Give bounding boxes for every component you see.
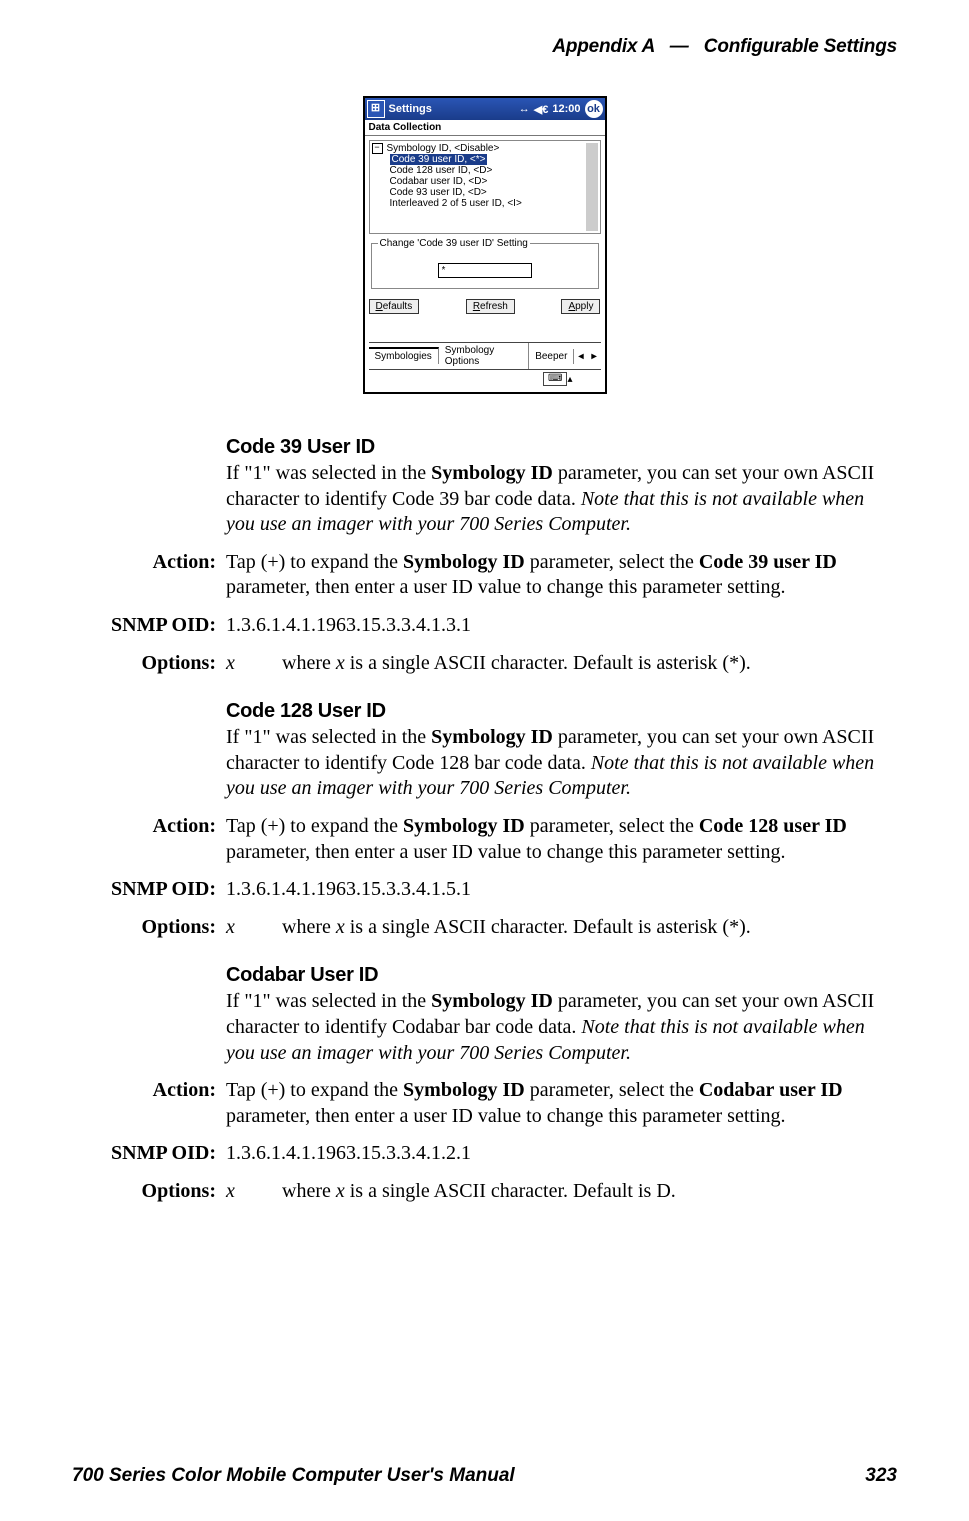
tree-item[interactable]: Code 128 user ID, <D> — [390, 165, 493, 176]
titlebar-text: Settings — [389, 103, 432, 115]
user-id-input[interactable] — [438, 263, 532, 278]
options-text: x where x is a single ASCII character. D… — [226, 651, 897, 677]
header-appendix: Appendix A — [552, 36, 654, 57]
tree-list[interactable]: −Symbology ID, <Disable> Code 39 user ID… — [372, 143, 598, 231]
text: parameter, then enter a user ID value to… — [226, 576, 786, 598]
snmp-oid-label: SNMP OID: — [72, 1141, 226, 1167]
text: Tap (+) to expand the — [226, 815, 403, 837]
connectivity-icon: ↔ — [519, 103, 530, 115]
tree-root[interactable]: Symbology ID, <Disable> — [387, 143, 500, 154]
section-intro: If "1" was selected in the Symbology ID … — [226, 725, 897, 802]
tree-item[interactable]: Interleaved 2 of 5 user ID, <I> — [390, 198, 522, 209]
text: Symbology ID — [403, 1079, 525, 1101]
options-label: Options: — [72, 915, 226, 941]
action-text: Tap (+) to expand the Symbology ID param… — [226, 1078, 897, 1129]
text: parameter, then enter a user ID value to… — [226, 841, 786, 863]
header-sep: — — [670, 36, 689, 57]
options-label: Options: — [72, 1179, 226, 1205]
text: where — [282, 916, 336, 938]
apply-button[interactable]: Apply — [561, 299, 600, 314]
text: Code 39 user ID — [699, 551, 837, 573]
tab-beeper[interactable]: Beeper — [529, 349, 574, 364]
tree-item[interactable]: Code 39 user ID, <*> — [390, 154, 488, 165]
text: Tap (+) to expand the — [226, 551, 403, 573]
text: If "1" was selected in the — [226, 462, 431, 484]
text: Symbology ID — [431, 462, 553, 484]
text: Tap (+) to expand the — [226, 1079, 403, 1101]
text: Symbology ID — [403, 815, 525, 837]
defaults-button[interactable]: Defaults — [369, 299, 420, 314]
text: parameter, select the — [525, 1079, 699, 1101]
text: x — [336, 652, 345, 674]
text: parameter, select the — [525, 815, 699, 837]
tab-scroll-left-icon[interactable]: ◂ — [574, 351, 587, 362]
text: parameter, then enter a user ID value to… — [226, 1105, 786, 1127]
action-label: Action: — [72, 1078, 226, 1104]
titlebar: ⊞ Settings ↔ ◀€ 12:00 ok — [365, 98, 605, 120]
section-heading: Codabar User ID — [226, 964, 897, 987]
sip-chevron-icon[interactable]: ▴ — [567, 374, 572, 385]
action-label: Action: — [72, 550, 226, 576]
change-frame: Change 'Code 39 user ID' Setting — [371, 238, 599, 289]
options-text: x where x is a single ASCII character. D… — [226, 1179, 897, 1205]
tree-frame: −Symbology ID, <Disable> Code 39 user ID… — [369, 140, 601, 234]
options-label: Options: — [72, 651, 226, 677]
text: x — [336, 916, 345, 938]
text: where — [282, 1180, 336, 1202]
snmp-oid-value: 1.3.6.1.4.1.1963.15.3.3.4.1.5.1 — [226, 877, 897, 903]
collapse-icon[interactable]: − — [372, 143, 383, 154]
footer-page-number: 323 — [865, 1465, 897, 1487]
text: where — [282, 652, 336, 674]
action-text: Tap (+) to expand the Symbology ID param… — [226, 550, 897, 601]
start-icon[interactable]: ⊞ — [367, 100, 385, 118]
snmp-oid-value: 1.3.6.1.4.1.1963.15.3.3.4.1.2.1 — [226, 1141, 897, 1167]
text: is a single ASCII character. Default is … — [345, 916, 751, 938]
tab-symbologies[interactable]: Symbologies — [369, 347, 439, 364]
text: Symbology ID — [431, 726, 553, 748]
snmp-oid-value: 1.3.6.1.4.1.1963.15.3.3.4.1.3.1 — [226, 613, 897, 639]
text: If "1" was selected in the — [226, 726, 431, 748]
settings-screenshot: ⊞ Settings ↔ ◀€ 12:00 ok Data Collection… — [363, 96, 607, 394]
text: Codabar user ID — [699, 1079, 843, 1101]
text: x — [226, 915, 282, 941]
header-title: Configurable Settings — [704, 36, 897, 57]
text: If "1" was selected in the — [226, 990, 431, 1012]
text: parameter, select the — [525, 551, 699, 573]
text: is a single ASCII character. Default is … — [345, 652, 751, 674]
clock: 12:00 — [552, 103, 580, 115]
ok-button[interactable]: ok — [585, 100, 603, 118]
app-caption: Data Collection — [365, 120, 605, 136]
refresh-button[interactable]: Refresh — [466, 299, 515, 314]
text: x — [226, 651, 282, 677]
change-legend: Change 'Code 39 user ID' Setting — [378, 238, 530, 249]
sip-icon[interactable]: ⌨ — [543, 372, 567, 386]
page-header: Appendix A — Configurable Settings — [72, 36, 897, 58]
text: x — [226, 1179, 282, 1205]
action-text: Tap (+) to expand the Symbology ID param… — [226, 814, 897, 865]
text: Symbology ID — [431, 990, 553, 1012]
section-heading: Code 128 User ID — [226, 700, 897, 723]
tree-item[interactable]: Codabar user ID, <D> — [390, 176, 488, 187]
section-intro: If "1" was selected in the Symbology ID … — [226, 989, 897, 1066]
snmp-oid-label: SNMP OID: — [72, 613, 226, 639]
text: Code 128 user ID — [699, 815, 847, 837]
footer-manual-title: 700 Series Color Mobile Computer User's … — [72, 1465, 515, 1487]
tree-item[interactable]: Code 93 user ID, <D> — [390, 187, 487, 198]
tab-scroll-right-icon[interactable]: ▸ — [587, 351, 600, 362]
tab-symbology-options[interactable]: Symbology Options — [439, 343, 529, 369]
text: is a single ASCII character. Default is … — [345, 1180, 676, 1202]
text: x — [336, 1180, 345, 1202]
action-label: Action: — [72, 814, 226, 840]
snmp-oid-label: SNMP OID: — [72, 877, 226, 903]
options-text: x where x is a single ASCII character. D… — [226, 915, 897, 941]
volume-icon: ◀€ — [534, 103, 549, 116]
text: Symbology ID — [403, 551, 525, 573]
section-intro: If "1" was selected in the Symbology ID … — [226, 461, 897, 538]
section-heading: Code 39 User ID — [226, 436, 897, 459]
